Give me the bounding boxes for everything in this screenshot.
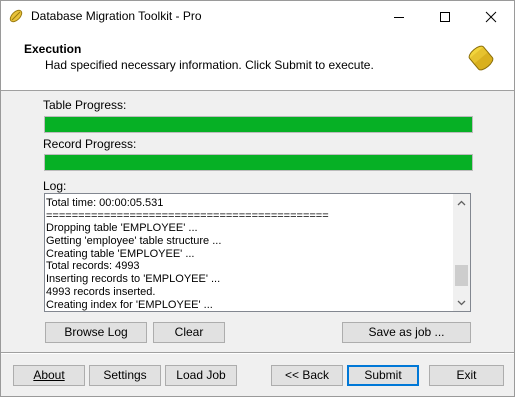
exit-label: Exit — [456, 368, 477, 382]
clear-button[interactable]: Clear — [153, 322, 225, 343]
submit-label: Submit — [364, 368, 402, 382]
back-button[interactable]: << Back — [271, 365, 343, 386]
settings-button[interactable]: Settings — [89, 365, 161, 386]
scroll-down-button[interactable] — [453, 294, 470, 311]
table-progress-fill — [45, 117, 472, 132]
log-line: Getting 'employee' table structure ... — [46, 235, 222, 248]
about-button[interactable]: About — [13, 365, 85, 386]
minimize-button[interactable] — [376, 1, 422, 32]
log-line: Dropping table 'EMPLOYEE' ... — [46, 222, 198, 235]
scroll-up-button[interactable] — [453, 194, 470, 211]
title-bar[interactable]: Database Migration Toolkit - Pro — [1, 1, 514, 32]
table-progress-bar — [44, 116, 473, 133]
settings-label: Settings — [103, 368, 147, 382]
app-icon — [8, 8, 24, 24]
record-progress-bar — [44, 154, 473, 171]
step-description: Had specified necessary information. Cli… — [45, 58, 374, 72]
close-icon — [485, 11, 497, 22]
main-window: Database Migration Toolkit - Pro Executi… — [0, 0, 515, 397]
window-title: Database Migration Toolkit - Pro — [31, 9, 202, 23]
log-line: Total time: 00:00:05.531 — [46, 197, 164, 209]
log-lines: Total time: 00:00:05.531 ================… — [46, 197, 454, 311]
submit-button[interactable]: Submit — [347, 365, 419, 386]
load-job-label: Load Job — [176, 368, 226, 382]
chevron-down-icon — [457, 300, 466, 305]
step-title: Execution — [24, 42, 82, 56]
chevron-up-icon — [457, 200, 466, 205]
table-progress-label: Table Progress: — [43, 98, 127, 112]
scroll-thumb[interactable] — [455, 265, 468, 286]
record-progress-label: Record Progress: — [43, 137, 137, 151]
load-job-button[interactable]: Load Job — [165, 365, 237, 386]
about-label: About — [33, 368, 65, 382]
log-line: ========================================… — [46, 209, 329, 222]
maximize-button[interactable] — [422, 1, 468, 32]
log-scrollbar[interactable] — [453, 194, 470, 311]
exit-button[interactable]: Exit — [429, 365, 504, 386]
back-label: << Back — [284, 368, 330, 382]
log-line: Creating table 'EMPLOYEE' ... — [46, 247, 195, 260]
log-line: 4993 records inserted. — [46, 285, 156, 298]
log-line: Inserting records to 'EMPLOYEE' ... — [46, 273, 221, 286]
toolkit-logo-icon — [465, 42, 497, 74]
log-line: Creating index for 'EMPLOYEE' ... — [46, 298, 213, 311]
wizard-header: Execution Had specified necessary inform… — [1, 32, 514, 91]
log-textbox[interactable]: Total time: 00:00:05.531 ================… — [44, 193, 471, 312]
record-progress-fill — [45, 155, 472, 170]
footer-divider — [1, 352, 514, 354]
log-label: Log: — [43, 179, 67, 193]
minimize-icon — [394, 16, 404, 18]
log-line: Total records: 4993 — [46, 260, 140, 273]
close-button[interactable] — [468, 1, 514, 32]
browse-log-button[interactable]: Browse Log — [45, 322, 147, 343]
save-as-job-button[interactable]: Save as job ... — [342, 322, 471, 343]
maximize-icon — [440, 11, 450, 22]
